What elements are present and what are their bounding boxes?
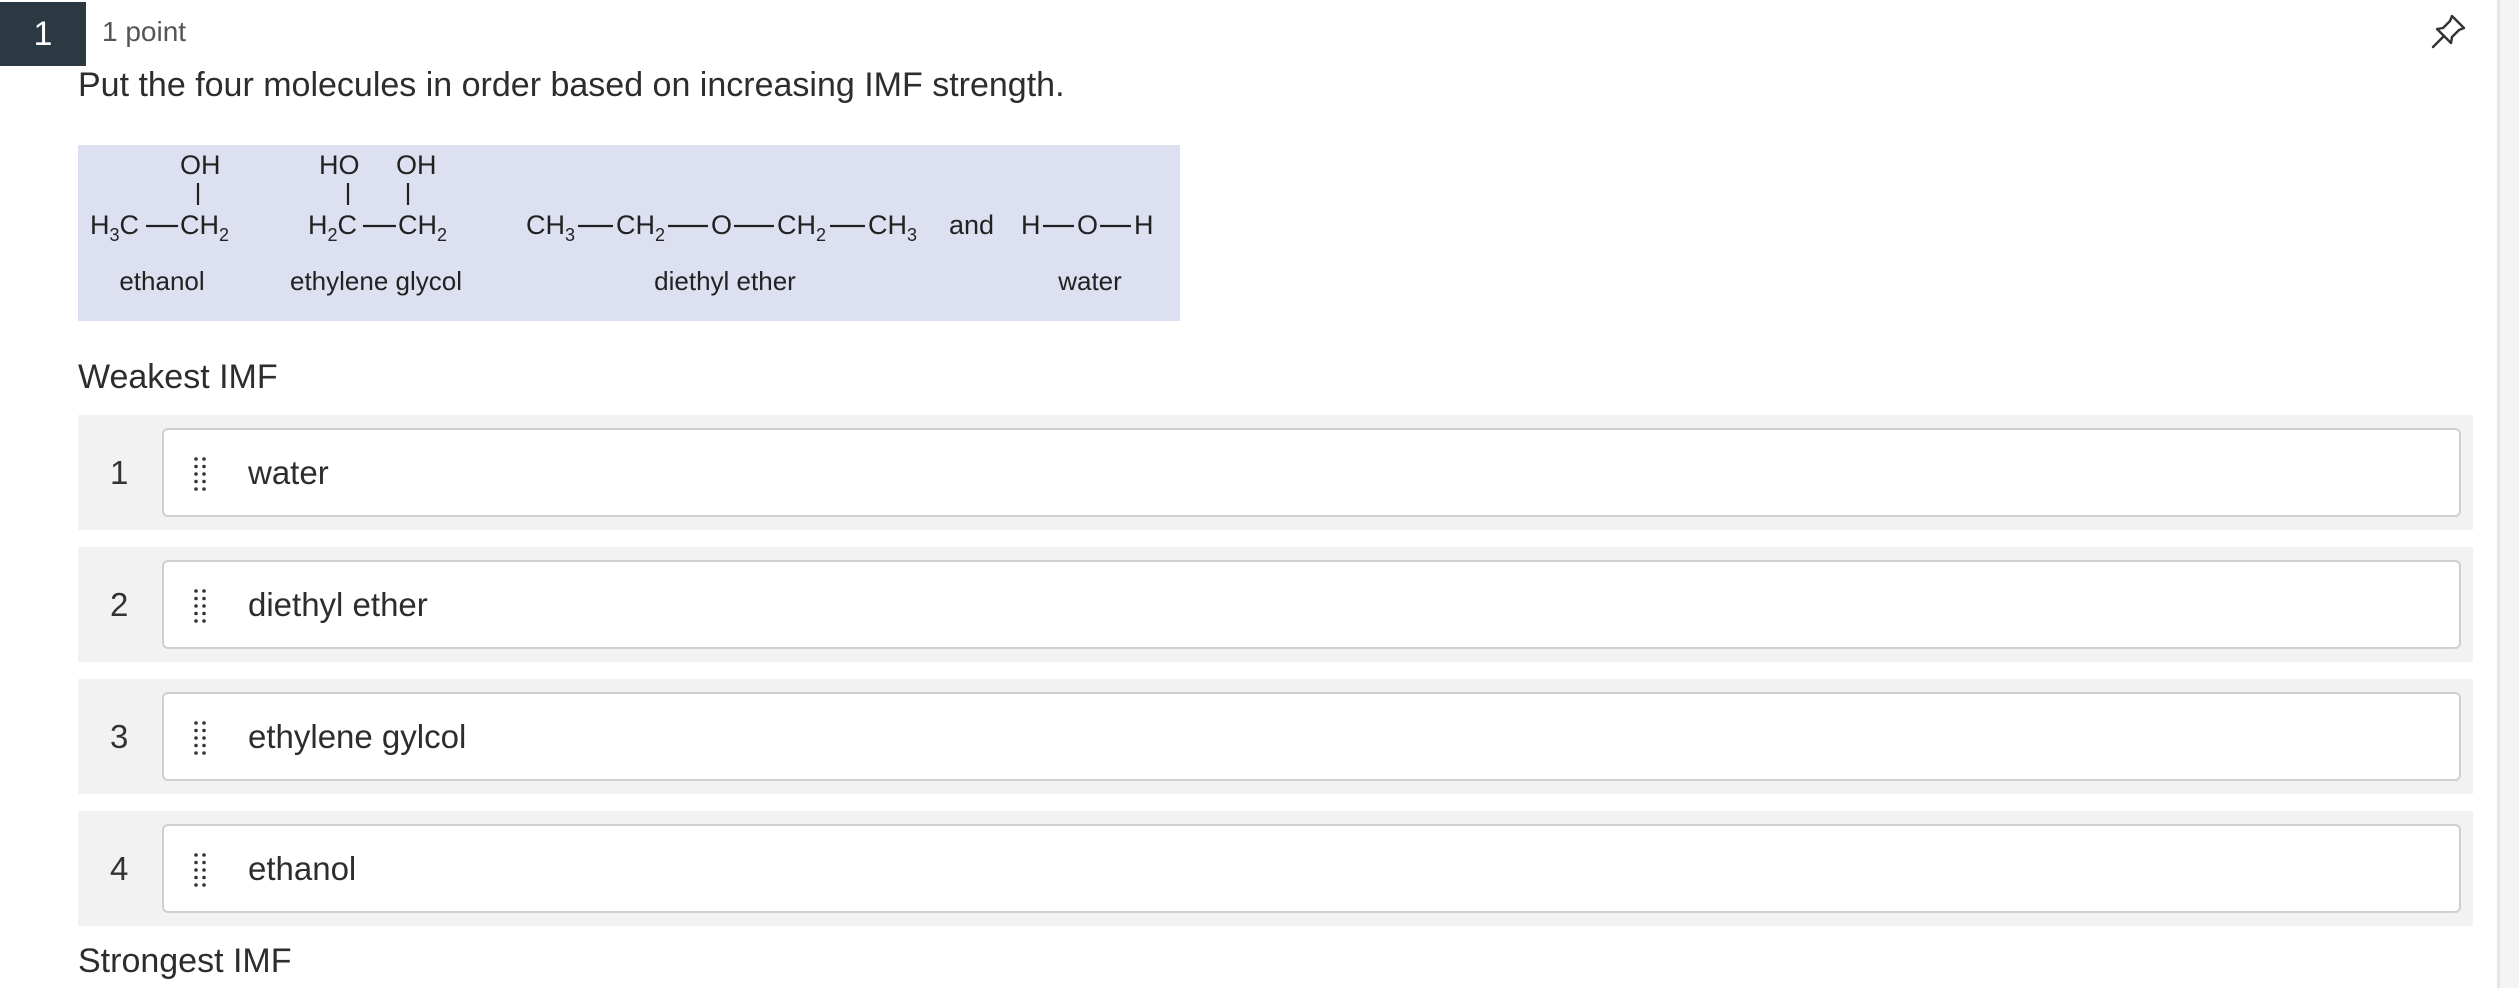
water-hydrogen: H bbox=[1134, 210, 1154, 240]
drag-handle-icon[interactable] bbox=[192, 720, 208, 756]
drag-handle-icon[interactable] bbox=[192, 456, 208, 492]
answer-item-label: ethylene gylcol bbox=[248, 717, 467, 755]
draggable-answer-item[interactable]: ethanol bbox=[162, 824, 2461, 913]
water-oxygen: O bbox=[1077, 210, 1098, 240]
diethyl-ether-ch2-a: CH2 bbox=[616, 210, 665, 245]
ethanol-name: ethanol bbox=[119, 266, 205, 296]
ethanol-right-group: CH2 bbox=[180, 210, 229, 245]
molecule-structures: OH H3C CH2 HO OH H2C CH2 CH3 CH2 O CH2 C… bbox=[90, 150, 1154, 245]
ethylene-glycol-ho: HO bbox=[319, 150, 360, 180]
answer-item-label: water bbox=[248, 453, 329, 491]
molecules-figure: OH H3C CH2 HO OH H2C CH2 CH3 CH2 O CH2 C… bbox=[78, 145, 1180, 321]
ranking-row: 1 water bbox=[78, 415, 2473, 530]
draggable-answer-item[interactable]: ethylene gylcol bbox=[162, 692, 2461, 781]
ethanol-oh: OH bbox=[180, 150, 221, 180]
ethylene-glycol-oh: OH bbox=[396, 150, 437, 180]
diethyl-ether-formula: CH3 bbox=[526, 210, 575, 245]
diethyl-ether-name: diethyl ether bbox=[654, 266, 796, 296]
diethyl-ether-oxygen: O bbox=[711, 210, 732, 240]
ethylene-glycol-name: ethylene glycol bbox=[290, 266, 462, 296]
draggable-answer-item[interactable]: diethyl ether bbox=[162, 560, 2461, 649]
ranking-row: 3 ethylene gylcol bbox=[78, 679, 2473, 794]
water-name: water bbox=[1058, 266, 1122, 296]
ethanol-left-group: H3C bbox=[90, 210, 139, 245]
rank-number: 2 bbox=[110, 585, 129, 623]
weakest-imf-label: Weakest IMF bbox=[78, 358, 278, 396]
ethylene-glycol-right-group: CH2 bbox=[398, 210, 447, 245]
rank-number: 4 bbox=[110, 849, 129, 887]
drag-handle-icon[interactable] bbox=[192, 852, 208, 888]
figure-conjunction: and bbox=[949, 210, 994, 240]
question-prompt: Put the four molecules in order based on… bbox=[78, 66, 1065, 104]
draggable-answer-item[interactable]: water bbox=[162, 428, 2461, 517]
rank-number: 3 bbox=[110, 717, 129, 755]
ethylene-glycol-left-group: H2C bbox=[308, 210, 357, 245]
question-number: 1 bbox=[0, 2, 86, 66]
answer-item-label: diethyl ether bbox=[248, 585, 428, 623]
water-formula: H bbox=[1021, 210, 1041, 240]
diethyl-ether-ch2-b: CH2 bbox=[777, 210, 826, 245]
question-card: 1 1 point Put the four molecules in orde… bbox=[0, 0, 2500, 988]
question-points: 1 point bbox=[102, 16, 187, 47]
rank-number: 1 bbox=[110, 453, 129, 491]
pin-icon[interactable] bbox=[2426, 10, 2470, 54]
ranking-row: 2 diethyl ether bbox=[78, 547, 2473, 662]
diethyl-ether-ch3: CH3 bbox=[868, 210, 917, 245]
ranking-row: 4 ethanol bbox=[78, 811, 2473, 926]
answer-item-label: ethanol bbox=[248, 849, 357, 887]
strongest-imf-label: Strongest IMF bbox=[78, 942, 292, 980]
drag-handle-icon[interactable] bbox=[192, 588, 208, 624]
